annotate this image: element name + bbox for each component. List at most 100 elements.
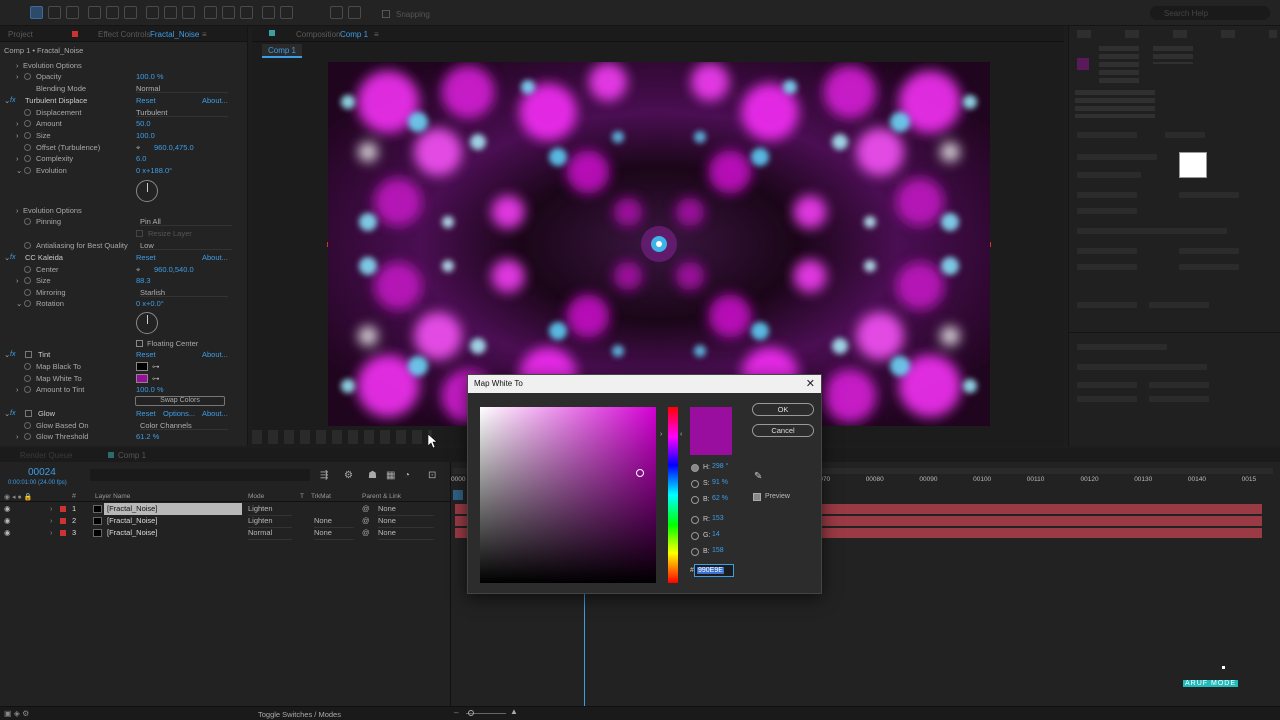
map-black-swatch[interactable] [136, 362, 148, 371]
baseline-shift-field[interactable] [1077, 264, 1137, 270]
blending-mode-select[interactable]: Normal [136, 83, 228, 93]
layer-bar[interactable] [455, 516, 467, 526]
layer-name[interactable]: [Fractal_Noise] [107, 527, 157, 539]
camera-tool-icon[interactable] [106, 6, 119, 19]
expand-icon[interactable]: › [50, 527, 53, 539]
eye-icon[interactable]: ◉ [4, 503, 11, 515]
h-radio[interactable] [691, 464, 699, 472]
type-tool-icon[interactable] [182, 6, 195, 19]
label-color[interactable] [60, 506, 66, 512]
viewer-controls[interactable] [252, 430, 432, 444]
stopwatch-icon[interactable] [24, 218, 31, 225]
stopwatch-icon[interactable] [24, 155, 31, 162]
fill-color-swatch[interactable] [1179, 152, 1207, 178]
stopwatch-icon[interactable] [24, 375, 31, 382]
font-size-field[interactable] [1077, 192, 1137, 198]
indent-left-field[interactable] [1077, 382, 1137, 388]
layer-mode-select[interactable]: Normal [248, 527, 292, 540]
graph-editor-icon[interactable]: ⊡ [428, 470, 436, 481]
tab-effect-controls[interactable]: Effect Controls [98, 30, 150, 39]
kaleida-size-value[interactable]: 88.3 [136, 275, 151, 286]
layer-row[interactable]: ◉ › 3 [Fractal_Noise] Normal None @ None [0, 527, 450, 540]
fx-icon[interactable]: fx [10, 349, 15, 360]
draft-3d-icon[interactable]: ⚙ [344, 470, 353, 481]
pickwhip-icon[interactable]: @ [362, 527, 370, 539]
layer-row[interactable]: ◉ › 2 [Fractal_Noise] Lighten None @ Non… [0, 515, 450, 528]
render-time-icon[interactable]: ▣ ◈ ⚙ [4, 709, 29, 718]
snapping-checkbox[interactable] [382, 10, 390, 18]
zoom-out-icon[interactable]: – [454, 708, 458, 717]
tsume-field[interactable] [1179, 264, 1239, 270]
paragraph-align-tabs[interactable] [1077, 344, 1167, 350]
close-icon[interactable]: ✕ [806, 375, 815, 393]
kerning-field[interactable] [1077, 208, 1137, 214]
blue-value[interactable]: 158 [712, 547, 724, 554]
ok-button[interactable]: OK [752, 403, 814, 416]
label-color[interactable] [60, 530, 66, 536]
size-value[interactable]: 100.0 [136, 130, 155, 141]
tab-project[interactable]: Project [8, 30, 33, 39]
saturation-brightness-field[interactable] [480, 407, 656, 583]
expand-icon[interactable]: › [50, 515, 53, 527]
layer-name[interactable]: [Fractal_Noise] [107, 515, 157, 527]
crosshair-icon[interactable]: ⌖ [136, 142, 140, 153]
r-radio[interactable] [691, 516, 699, 524]
opacity-value[interactable]: 100.0 % [136, 71, 164, 82]
preview-checkbox[interactable] [753, 493, 761, 501]
layer-bar[interactable] [455, 528, 467, 538]
panel-menu-icon[interactable]: ≡ [202, 30, 207, 39]
info-audio-tabs[interactable] [1077, 30, 1277, 38]
stopwatch-icon[interactable] [24, 289, 31, 296]
stopwatch-icon[interactable] [24, 73, 31, 80]
stopwatch-icon[interactable] [24, 144, 31, 151]
layer-bar[interactable] [822, 528, 1262, 538]
stroke-field[interactable] [1077, 228, 1227, 234]
evolution-value[interactable]: 0 x+188.0° [136, 165, 172, 176]
stopwatch-icon[interactable] [24, 120, 31, 127]
layer-bar[interactable] [822, 504, 1262, 514]
motion-blur-icon[interactable]: ◔ [404, 470, 410, 481]
horizontal-scale-field[interactable] [1179, 248, 1239, 254]
comp-subtab[interactable]: Comp 1 [262, 44, 302, 58]
glow-reset-link[interactable]: Reset [136, 408, 156, 419]
pan-behind-tool-icon[interactable] [124, 6, 137, 19]
zoom-in-icon[interactable]: ▲ [510, 707, 518, 716]
tab-composition[interactable]: Composition [296, 30, 340, 39]
evolution-options-row-2[interactable]: › Evolution Options [0, 205, 248, 216]
comp-flowchart-icon[interactable]: ⇶ [320, 470, 328, 481]
vertical-scale-field[interactable] [1077, 248, 1137, 254]
layer-bar[interactable] [822, 516, 1262, 526]
layer-name[interactable]: [Fractal_Noise] [104, 503, 242, 515]
stopwatch-icon[interactable] [24, 242, 31, 249]
stopwatch-icon[interactable] [24, 363, 31, 370]
cck-reset-link[interactable]: Reset [136, 252, 156, 263]
indent-right-field[interactable] [1149, 382, 1209, 388]
hindi-digits-checkbox[interactable] [1149, 302, 1209, 308]
g-value[interactable]: 14 [712, 531, 720, 538]
hand-tool-icon[interactable] [48, 6, 61, 19]
layer-name-header[interactable]: Layer Name [95, 493, 130, 500]
clone-stamp-tool-icon[interactable] [222, 6, 235, 19]
space-after-field[interactable] [1149, 396, 1209, 402]
layer-row[interactable]: ◉ › 1 [Fractal_Noise] Lighten @ None [0, 503, 450, 516]
font-style-select[interactable] [1077, 172, 1141, 178]
h-value[interactable]: 298 ° [712, 463, 728, 470]
zoom-slider-handle[interactable] [468, 710, 474, 716]
stopwatch-icon[interactable] [24, 300, 31, 307]
stopwatch-icon[interactable] [24, 109, 31, 116]
map-white-swatch[interactable] [136, 374, 148, 383]
rotation-dial[interactable] [136, 312, 158, 334]
font-family-select[interactable] [1077, 154, 1157, 160]
composition-canvas[interactable] [328, 62, 990, 426]
eyedropper-icon[interactable]: ✎ [754, 471, 762, 482]
zoom-tool-icon[interactable] [66, 6, 79, 19]
displacement-select[interactable]: Turbulent [136, 107, 228, 117]
swap-colors-button[interactable]: Swap Colors [135, 396, 225, 406]
glow-threshold-value[interactable]: 61.2 % [136, 431, 159, 442]
layer-bar[interactable] [455, 504, 467, 514]
evolution-options-row[interactable]: › Evolution Options [0, 60, 248, 71]
blue-radio[interactable] [691, 548, 699, 556]
eyedropper-icon[interactable]: ⊶ [152, 373, 160, 384]
pinning-select[interactable]: Pin All [140, 216, 232, 226]
b-radio[interactable] [691, 496, 699, 504]
